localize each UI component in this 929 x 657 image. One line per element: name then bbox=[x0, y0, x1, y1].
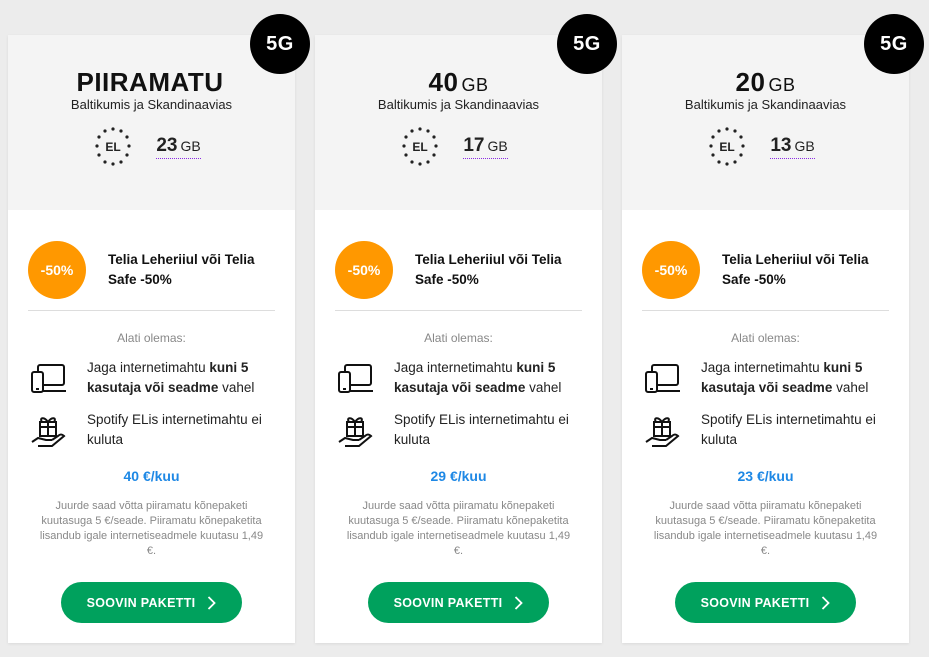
plan-title-value: 20 bbox=[735, 67, 766, 97]
feature-spotify-text: Spotify ELis internetimahtu ei kuluta bbox=[701, 412, 876, 447]
promo-row: -50% Telia Leheriiul või Telia Safe -50% bbox=[315, 210, 602, 310]
plan-header: 5G 20 GB Baltikumis ja Skandinaavias EL 1… bbox=[622, 14, 924, 210]
eu-label: EL bbox=[413, 140, 428, 154]
discount-badge: -50% bbox=[642, 241, 700, 299]
eu-label: EL bbox=[106, 140, 121, 154]
feature-spotify-text: Spotify ELis internetimahtu ei kuluta bbox=[394, 412, 569, 447]
feature-sharing-pre: Jaga internetimahtu bbox=[701, 360, 824, 375]
feature-spotify-text: Spotify ELis internetimahtu ei kuluta bbox=[87, 412, 262, 447]
eu-data-amount[interactable]: 23 GB bbox=[156, 135, 201, 159]
feature-sharing-text: Jaga internetimahtu kuni 5 kasutaja või … bbox=[701, 358, 899, 398]
feature-sharing-text: Jaga internetimahtu kuni 5 kasutaja või … bbox=[87, 358, 285, 398]
feature-sharing-pre: Jaga internetimahtu bbox=[394, 360, 517, 375]
plan-note: Juurde saad võtta piiramatu kõnepaketi k… bbox=[653, 500, 878, 557]
gift-hand-icon bbox=[30, 412, 68, 450]
eu-amount-unit: GB bbox=[487, 138, 508, 154]
always-included-label: Alati olemas: bbox=[424, 331, 493, 345]
plan-title-unit: GB bbox=[461, 75, 489, 95]
eu-stars-icon: EL bbox=[88, 126, 138, 168]
eu-amount-value: 13 bbox=[770, 135, 792, 156]
order-button-label: SOOVIN PAKETTI bbox=[393, 595, 503, 610]
plan-subtitle: Baltikumis ja Skandinaavias bbox=[684, 97, 847, 112]
discount-badge: -50% bbox=[335, 241, 393, 299]
plan-title-value: PIIRAMATU bbox=[76, 67, 224, 97]
eu-amount-unit: GB bbox=[180, 138, 201, 154]
eu-amount-value: 23 bbox=[156, 135, 178, 156]
feature-spotify: Spotify ELis internetimahtu ei kuluta bbox=[315, 410, 602, 450]
feature-spotify: Spotify ELis internetimahtu ei kuluta bbox=[622, 410, 909, 450]
eu-data-row: EL 13 GB bbox=[622, 126, 909, 168]
discount-badge: -50% bbox=[28, 241, 86, 299]
feature-sharing-post: vahel bbox=[218, 380, 255, 395]
feature-sharing-post: vahel bbox=[832, 380, 869, 395]
eu-data-row: EL 17 GB bbox=[315, 126, 602, 168]
plan-title-value: 40 bbox=[428, 67, 459, 97]
eu-stars-icon: EL bbox=[702, 126, 752, 168]
eu-label: EL bbox=[720, 140, 735, 154]
plan-card-unlimited: 5G PIIRAMATU Baltikumis ja Skandinaavias… bbox=[8, 14, 310, 643]
plan-subtitle: Baltikumis ja Skandinaavias bbox=[70, 97, 233, 112]
eu-stars-icon: EL bbox=[395, 126, 445, 168]
plan-price: 23 €/kuu bbox=[737, 468, 794, 484]
plans-container: 5G PIIRAMATU Baltikumis ja Skandinaavias… bbox=[0, 0, 929, 657]
order-button-label: SOOVIN PAKETTI bbox=[86, 595, 196, 610]
plan-price: 29 €/kuu bbox=[430, 468, 487, 484]
feature-sharing-pre: Jaga internetimahtu bbox=[87, 360, 210, 375]
order-button[interactable]: SOOVIN PAKETTI bbox=[61, 582, 242, 623]
feature-sharing: Jaga internetimahtu kuni 5 kasutaja või … bbox=[622, 358, 909, 398]
feature-spotify: Spotify ELis internetimahtu ei kuluta bbox=[8, 410, 295, 450]
gift-hand-icon bbox=[337, 412, 375, 450]
plan-price: 40 €/kuu bbox=[123, 468, 180, 484]
divider bbox=[28, 310, 275, 311]
chevron-right-icon bbox=[822, 595, 831, 610]
always-included-label: Alati olemas: bbox=[117, 331, 186, 345]
plan-card-40gb: 5G 40 GB Baltikumis ja Skandinaavias EL 1… bbox=[315, 14, 617, 643]
order-button-label: SOOVIN PAKETTI bbox=[700, 595, 810, 610]
eu-data-amount[interactable]: 13 GB bbox=[770, 135, 815, 159]
5g-badge: 5G bbox=[557, 14, 617, 74]
feature-sharing-text: Jaga internetimahtu kuni 5 kasutaja või … bbox=[394, 358, 592, 398]
always-included-label: Alati olemas: bbox=[731, 331, 800, 345]
eu-amount-value: 17 bbox=[463, 135, 485, 156]
plan-header: 5G 40 GB Baltikumis ja Skandinaavias EL 1… bbox=[315, 14, 617, 210]
divider bbox=[642, 310, 889, 311]
plan-subtitle: Baltikumis ja Skandinaavias bbox=[377, 97, 540, 112]
promo-text: Telia Leheriiul või Telia Safe -50% bbox=[722, 252, 869, 287]
promo-text: Telia Leheriiul või Telia Safe -50% bbox=[415, 252, 562, 287]
eu-data-amount[interactable]: 17 GB bbox=[463, 135, 508, 159]
chevron-right-icon bbox=[208, 595, 217, 610]
order-button[interactable]: SOOVIN PAKETTI bbox=[675, 582, 856, 623]
plan-note: Juurde saad võtta piiramatu kõnepaketi k… bbox=[39, 500, 264, 557]
plan-card-20gb: 5G 20 GB Baltikumis ja Skandinaavias EL 1… bbox=[622, 14, 924, 643]
plan-title-unit: GB bbox=[768, 75, 796, 95]
5g-badge: 5G bbox=[250, 14, 310, 74]
plan-header: 5G PIIRAMATU Baltikumis ja Skandinaavias… bbox=[8, 14, 310, 210]
5g-badge: 5G bbox=[864, 14, 924, 74]
devices-icon bbox=[30, 360, 68, 398]
eu-data-row: EL 23 GB bbox=[8, 126, 295, 168]
order-button[interactable]: SOOVIN PAKETTI bbox=[368, 582, 549, 623]
devices-icon bbox=[337, 360, 375, 398]
divider bbox=[335, 310, 582, 311]
chevron-right-icon bbox=[515, 595, 524, 610]
eu-amount-unit: GB bbox=[794, 138, 815, 154]
promo-text: Telia Leheriiul või Telia Safe -50% bbox=[108, 252, 255, 287]
feature-sharing: Jaga internetimahtu kuni 5 kasutaja või … bbox=[315, 358, 602, 398]
plan-note: Juurde saad võtta piiramatu kõnepaketi k… bbox=[346, 500, 571, 557]
gift-hand-icon bbox=[644, 412, 682, 450]
promo-row: -50% Telia Leheriiul või Telia Safe -50% bbox=[8, 210, 295, 310]
feature-sharing: Jaga internetimahtu kuni 5 kasutaja või … bbox=[8, 358, 295, 398]
devices-icon bbox=[644, 360, 682, 398]
promo-row: -50% Telia Leheriiul või Telia Safe -50% bbox=[622, 210, 909, 310]
feature-sharing-post: vahel bbox=[525, 380, 562, 395]
